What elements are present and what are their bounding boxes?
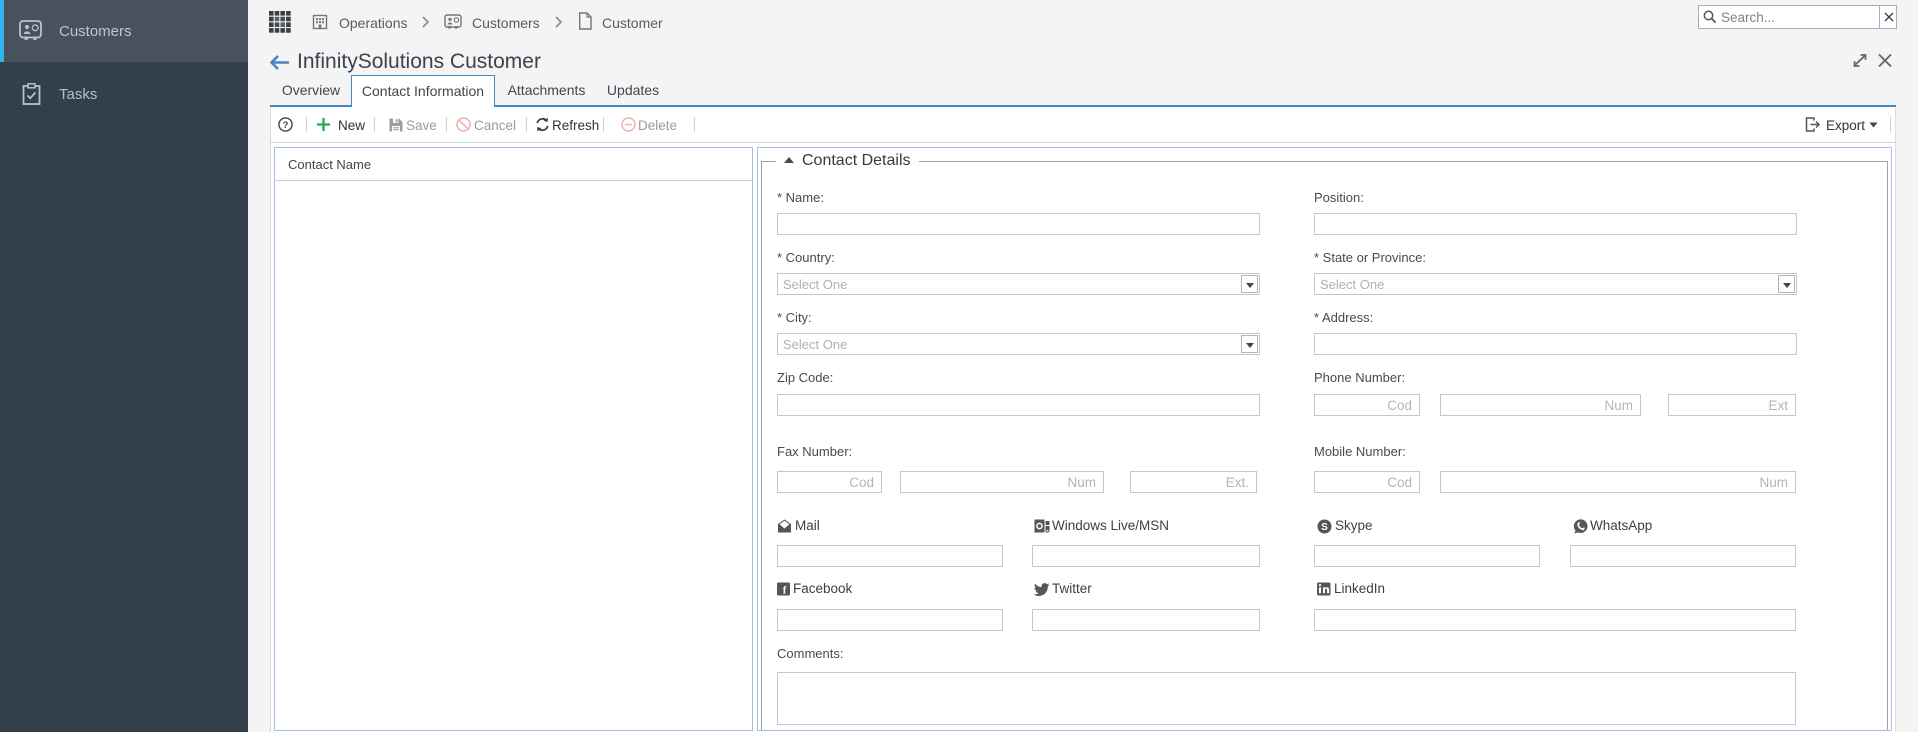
svg-text:f: f <box>783 585 787 596</box>
svg-text:?: ? <box>283 120 289 131</box>
svg-text:S: S <box>1321 522 1328 533</box>
